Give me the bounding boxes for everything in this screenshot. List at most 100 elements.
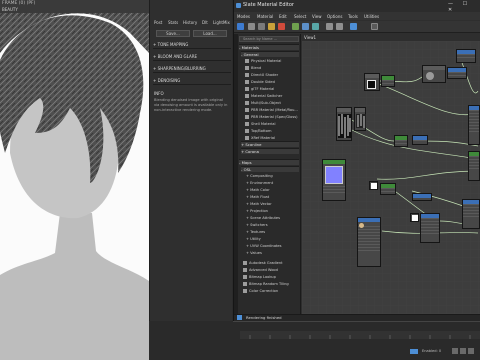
- corona-group-header[interactable]: + Corona: [241, 148, 299, 154]
- node-swatch-white[interactable]: [369, 181, 378, 190]
- parameter-editor-icon[interactable]: [350, 23, 357, 30]
- node-normal-map[interactable]: [322, 159, 346, 201]
- general-item[interactable]: Physical Material: [245, 58, 281, 64]
- general-item[interactable]: Top/Bottom: [245, 128, 271, 134]
- osl-group-header[interactable]: - OSL: [241, 166, 299, 172]
- node-output-green[interactable]: [468, 151, 480, 181]
- map-item[interactable]: Bitmap Random Tiling: [243, 281, 289, 287]
- materials-group-header[interactable]: - Materials: [239, 44, 299, 50]
- osl-item[interactable]: + Environment: [246, 180, 273, 186]
- tab-view1[interactable]: View1: [304, 35, 316, 40]
- osl-item[interactable]: + Projection: [246, 208, 268, 214]
- node-map-blue-2[interactable]: [412, 135, 428, 145]
- map-item[interactable]: Advanced Wood: [243, 267, 278, 273]
- general-item[interactable]: Shell Material: [245, 121, 276, 127]
- timeline-ruler[interactable]: [240, 331, 480, 339]
- general-label: XRef Material: [251, 136, 276, 140]
- layout-all-icon[interactable]: [326, 23, 333, 30]
- material-browser-icon[interactable]: [371, 23, 378, 30]
- general-item[interactable]: Blend: [245, 65, 261, 71]
- layout-children-icon[interactable]: [336, 23, 343, 30]
- node-material-gray[interactable]: [422, 65, 446, 83]
- stop-icon[interactable]: [460, 348, 466, 354]
- map-item[interactable]: Color Correction: [243, 288, 278, 294]
- search-input[interactable]: Search by Name ...: [239, 36, 299, 42]
- tab-history[interactable]: History: [183, 20, 197, 25]
- osl-label: + Switchers: [246, 223, 268, 227]
- section-denoising[interactable]: + DENOISING: [153, 77, 231, 85]
- node-map-blue-3[interactable]: [412, 193, 432, 201]
- menu-edit[interactable]: Edit: [279, 14, 287, 19]
- assign-material-icon[interactable]: [268, 23, 275, 30]
- general-item[interactable]: glTF Material: [245, 86, 274, 92]
- maps-group-header[interactable]: - Maps: [239, 159, 299, 165]
- select-tool-icon[interactable]: [237, 23, 244, 30]
- save-button[interactable]: Save...: [156, 30, 190, 37]
- menu-select[interactable]: Select: [294, 14, 306, 19]
- menu-material[interactable]: Material: [257, 14, 273, 19]
- node-map-green-2[interactable]: [394, 135, 408, 147]
- node-top-blue[interactable]: [456, 49, 476, 63]
- show-map-icon[interactable]: [302, 23, 309, 30]
- osl-item[interactable]: + Compositing: [246, 173, 273, 179]
- move-children-icon[interactable]: [292, 23, 299, 30]
- osl-item[interactable]: + Values: [246, 250, 262, 256]
- delete-icon[interactable]: [278, 23, 285, 30]
- preview-swatch: [367, 80, 376, 89]
- general-item[interactable]: DirectX Shader: [245, 72, 278, 78]
- load-button[interactable]: Load...: [193, 30, 227, 37]
- key-mode-icon[interactable]: [410, 349, 418, 354]
- menu-modes[interactable]: Modes: [237, 14, 250, 19]
- next-frame-icon[interactable]: [468, 348, 474, 354]
- timeline-status: Enabled: 0: [422, 349, 442, 353]
- node-opacity-bitmap[interactable]: [336, 107, 352, 141]
- general-item[interactable]: Multi/Sub-Object: [245, 100, 281, 106]
- node-bitmap-small[interactable]: [354, 107, 366, 131]
- osl-item[interactable]: + Switchers: [246, 222, 268, 228]
- put-to-scene-icon[interactable]: [258, 23, 265, 30]
- osl-item[interactable]: + Utility: [246, 236, 261, 242]
- tab-dlt[interactable]: Dlt: [202, 20, 208, 25]
- scanline-group-header[interactable]: + Scanline: [241, 141, 299, 147]
- render-preset-dropdown[interactable]: BEAUTY: [2, 7, 18, 12]
- section-info[interactable]: INFO: [154, 91, 164, 96]
- tab-post[interactable]: Post: [154, 20, 162, 25]
- general-item[interactable]: PBR Material (Spec/Gloss): [245, 114, 298, 120]
- section-sharpening-blurring[interactable]: + SHARPENING/BLURRING: [153, 65, 231, 73]
- pick-material-icon[interactable]: [248, 23, 255, 30]
- general-group-header[interactable]: - General: [241, 51, 299, 57]
- menu-options[interactable]: Options: [327, 14, 342, 19]
- node-map-green-3[interactable]: [380, 183, 396, 195]
- node-physical-material[interactable]: [357, 217, 381, 267]
- osl-item[interactable]: + Math Color: [246, 187, 270, 193]
- section-bloom-and-glare[interactable]: + BLOOM AND GLARE: [153, 53, 231, 61]
- general-item[interactable]: PBR Material (Metal/Rou...: [245, 107, 298, 113]
- node-output-blue[interactable]: [468, 105, 480, 145]
- map-item[interactable]: Autodesk Gradient: [243, 260, 283, 266]
- menu-utilities[interactable]: Utilities: [364, 14, 379, 19]
- general-item[interactable]: Double Sided: [245, 79, 275, 85]
- node-map-blue[interactable]: [447, 67, 467, 79]
- node-map-blue-4[interactable]: [420, 213, 440, 243]
- osl-item[interactable]: + Math Vector: [246, 201, 272, 207]
- osl-item[interactable]: + UVW Coordinates: [246, 243, 282, 249]
- background-icon[interactable]: [312, 23, 319, 30]
- node-graph-view[interactable]: [302, 41, 480, 314]
- tab-stats[interactable]: Stats: [168, 20, 178, 25]
- menu-tools[interactable]: Tools: [348, 14, 358, 19]
- node-swatch-white-2[interactable]: [410, 213, 419, 222]
- map-item[interactable]: Bitmap Lookup: [243, 274, 276, 280]
- menu-view[interactable]: View: [312, 14, 322, 19]
- node-bitmap-preview[interactable]: [364, 73, 380, 91]
- playback-controls[interactable]: [452, 348, 476, 355]
- osl-item[interactable]: + Textures: [246, 229, 265, 235]
- node-output-blue-2[interactable]: [462, 199, 480, 229]
- play-icon[interactable]: [452, 348, 458, 354]
- general-item[interactable]: Material Switcher: [245, 93, 282, 99]
- tab-lightmix[interactable]: LightMix: [213, 20, 230, 25]
- section-tone-mapping[interactable]: + TONE MAPPING: [153, 41, 231, 49]
- material-swatch-icon: [243, 289, 247, 293]
- osl-item[interactable]: + Math Float: [246, 194, 269, 200]
- node-map-green[interactable]: [381, 75, 395, 87]
- osl-item[interactable]: + Scene Attributes: [246, 215, 280, 221]
